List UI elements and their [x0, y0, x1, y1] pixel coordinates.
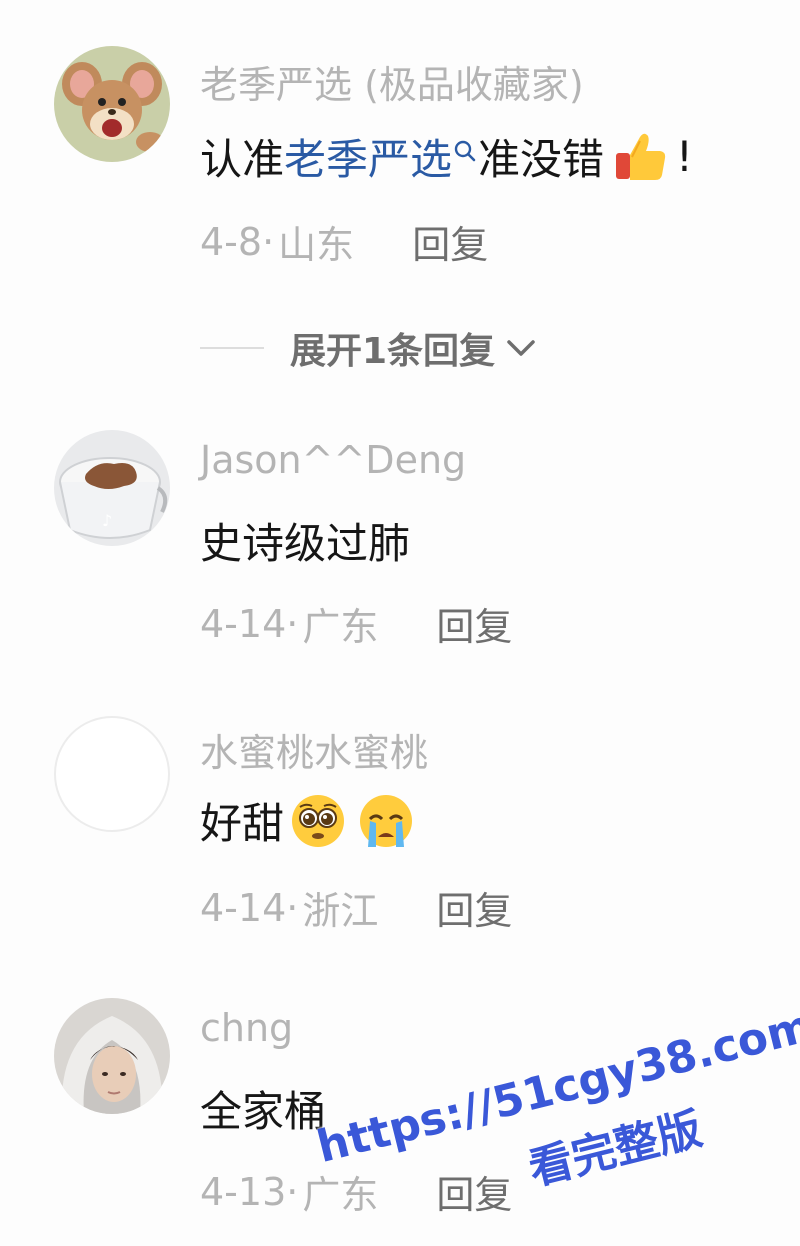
comment-username[interactable]: chng [200, 1006, 293, 1050]
coffee-cup-avatar[interactable]: ♪ [54, 430, 170, 546]
comment-text: 好甜 [200, 790, 416, 851]
expand-replies-label: 展开1条回复 [290, 331, 496, 372]
comment-location: 广东 [302, 605, 379, 649]
svg-text:♪: ♪ [102, 511, 112, 530]
comment-username[interactable]: 老季严选 (极品收藏家) [200, 54, 584, 109]
chevron-down-icon [507, 340, 535, 356]
comment-date: 4-14 [200, 601, 287, 646]
blank-avatar[interactable] [54, 716, 170, 832]
expand-replies-button[interactable]: 展开1条回复 [200, 322, 537, 374]
meta-dot: · [262, 219, 275, 264]
comment-meta: 4-14 · 广东 回复 [200, 596, 512, 651]
comment-text: 认准 老季严选 准没错 ! [200, 126, 693, 187]
meta-dot: · [286, 1169, 299, 1214]
comment-date: 4-14 [200, 885, 287, 930]
comment-meta: 4-14 · 浙江 回复 [200, 880, 512, 935]
comment-text-end: ! [676, 132, 693, 181]
comment-text-suffix: 准没错 [478, 135, 605, 184]
comment-location: 浙江 [302, 889, 379, 933]
comment-text-body: 好甜 [200, 799, 285, 848]
meta-dot: · [286, 885, 299, 930]
comment-location: 山东 [278, 223, 355, 267]
comment-text-prefix: 认准 [200, 135, 285, 184]
reply-button[interactable]: 回复 [436, 880, 512, 935]
watermark: https://51cgy38.com 看完整版 [300, 949, 800, 1230]
comment-date: 4-13 [200, 1169, 287, 1214]
comment-date: 4-8 [200, 219, 263, 264]
hooded-person-avatar[interactable] [54, 998, 170, 1114]
comment-meta: 4-8 · 山东 回复 [200, 214, 488, 269]
comment-username[interactable]: Jason^^Deng [200, 438, 466, 482]
search-link[interactable]: 老季严选 [284, 126, 452, 187]
reply-button[interactable]: 回复 [436, 596, 512, 651]
meta-dot: · [286, 601, 299, 646]
comment-username[interactable]: 水蜜桃水蜜桃 [200, 722, 428, 777]
jerry-mouse-avatar[interactable] [54, 46, 170, 162]
crying-face-emoji [356, 791, 416, 851]
thumbs-up-emoji [610, 127, 670, 187]
search-icon[interactable] [452, 137, 478, 177]
pleading-face-emoji [288, 791, 348, 851]
reply-button[interactable]: 回复 [412, 214, 488, 269]
comment-text: 史诗级过肺 [200, 519, 411, 568]
divider-line [200, 347, 264, 349]
